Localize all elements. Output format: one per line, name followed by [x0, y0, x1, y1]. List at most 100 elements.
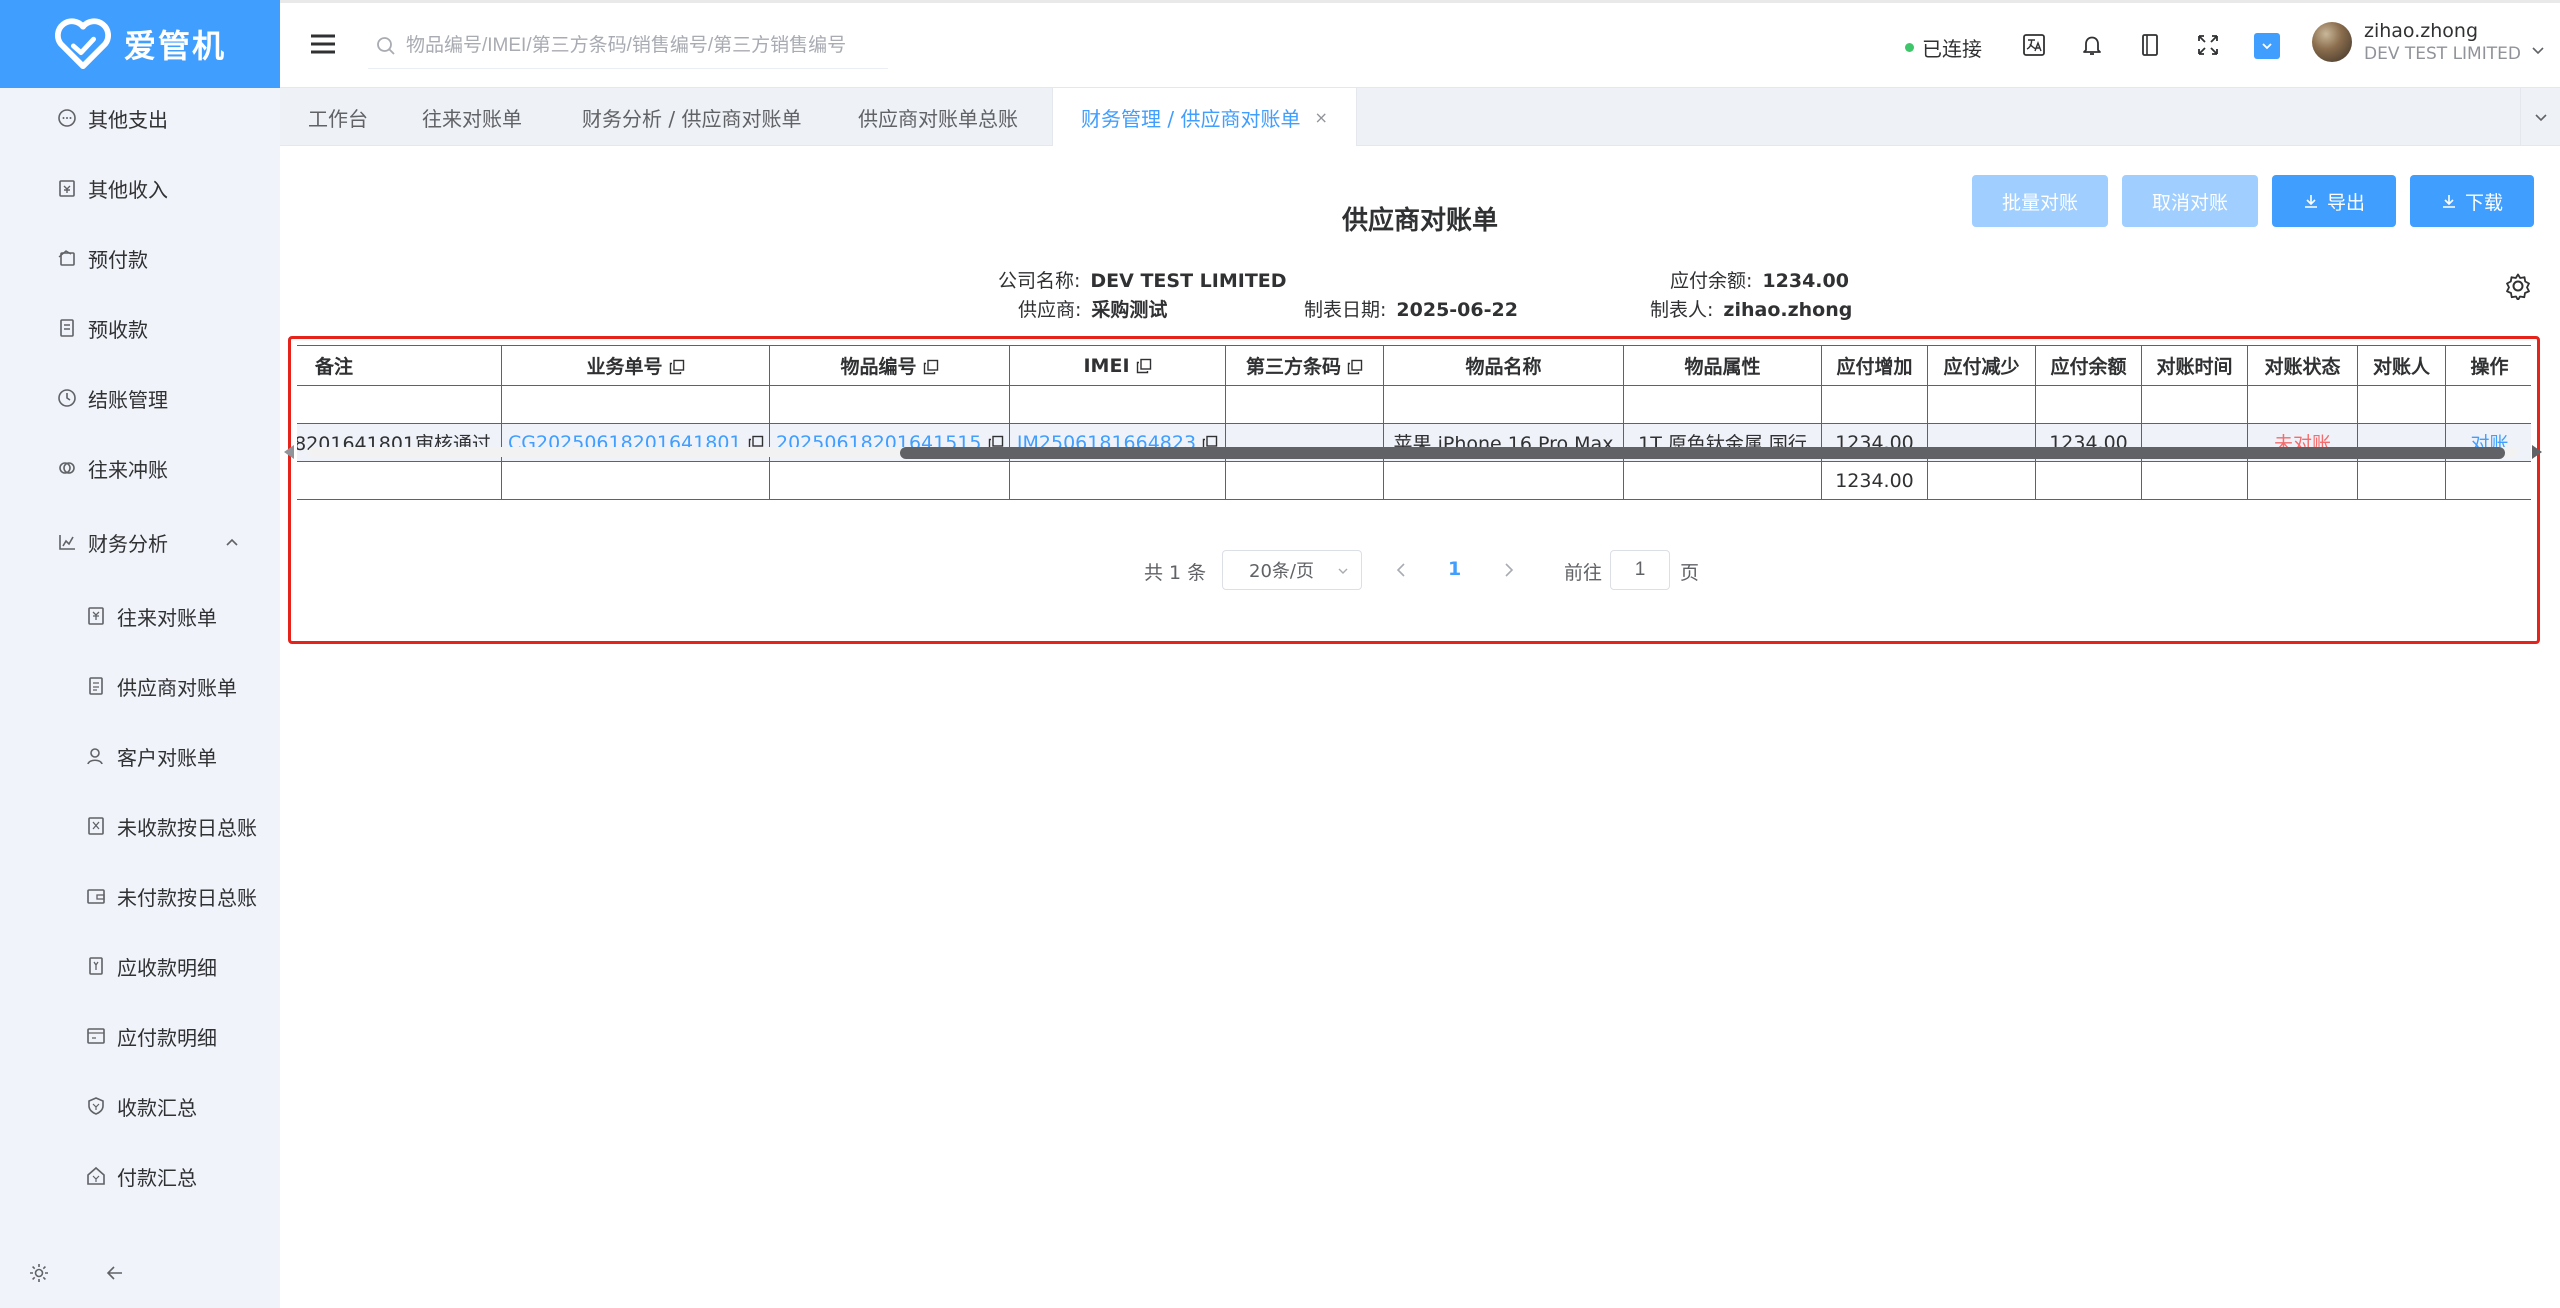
company-label: 公司名称:: [998, 270, 1081, 292]
scroll-left-arrow-icon[interactable]: [284, 445, 294, 459]
sidebar-item-other-expense[interactable]: 其他支出: [0, 88, 280, 148]
table-cell: [297, 385, 502, 424]
tab-close-icon[interactable]: ×: [1314, 108, 1327, 127]
sidebar-item-label: 往来对账单: [117, 605, 217, 630]
sidebar-subitem-receipt-summary[interactable]: 收款汇总: [0, 1076, 280, 1136]
table-cell: [501, 461, 770, 500]
logo-text: 爱管机: [123, 27, 226, 65]
user-company: DEV TEST LIMITED: [2364, 44, 2521, 64]
copy-icon[interactable]: [669, 359, 685, 375]
hamburger-menu-icon[interactable]: [310, 33, 336, 55]
fullscreen-button[interactable]: [2194, 31, 2222, 59]
current-page[interactable]: 1: [1448, 558, 1461, 580]
table-viewport: 备注 业务单号 物品编号 IMEI 第三方条码 物品名称 物品属性 应付增加 应…: [297, 345, 2531, 500]
horizontal-scrollbar[interactable]: [280, 443, 2546, 459]
sidebar-item-finance-analysis[interactable]: 财务分析: [0, 512, 280, 572]
copy-icon[interactable]: [1136, 358, 1152, 374]
copy-icon[interactable]: [1347, 359, 1363, 375]
scroll-right-arrow-icon[interactable]: [2532, 445, 2542, 459]
tab-label: 往来对账单: [422, 106, 522, 131]
table-cell: [1009, 461, 1226, 500]
sidebar-item-other-income[interactable]: 其他收入: [0, 158, 280, 218]
col-header-item-name: 物品名称: [1383, 345, 1624, 386]
col-header-imei: IMEI: [1009, 345, 1226, 386]
sidebar-subitem-receivable-detail[interactable]: 应收款明细: [0, 936, 280, 996]
sidebar-item-advance-receipt[interactable]: 预收款: [0, 298, 280, 358]
goto-page-input[interactable]: [1610, 550, 1670, 590]
scroll-thumb[interactable]: [900, 447, 2505, 459]
translate-icon: [2023, 34, 2045, 56]
col-header-increase: 应付增加: [1821, 345, 1928, 386]
col-header-decrease: 应付减少: [1927, 345, 2036, 386]
pagination: 共 1 条 20条/页 1 前往 页: [280, 550, 2560, 590]
col-header-balance: 应付余额: [2035, 345, 2142, 386]
maker-value: zihao.zhong: [1723, 299, 1853, 321]
income-icon: [56, 177, 78, 199]
sidebar-subitem-unpaid-daily[interactable]: 未付款按日总账: [0, 866, 280, 926]
prev-page-icon[interactable]: [1394, 562, 1408, 578]
fullscreen-icon: [2198, 35, 2218, 55]
payable-balance-meta: 应付余额: 1234.00: [1670, 266, 1849, 293]
tab-supplier-ledger[interactable]: 供应商对账单总账: [858, 88, 1018, 146]
tab-finance-supplier-statement[interactable]: 财务分析 / 供应商对账单: [582, 88, 801, 146]
col-header-item-attr: 物品属性: [1623, 345, 1822, 386]
link-icon: [56, 457, 78, 479]
search-input[interactable]: [406, 34, 866, 57]
sidebar-subitem-supplier-statement[interactable]: 供应商对账单: [0, 656, 280, 716]
header-label: 第三方条码: [1245, 356, 1341, 378]
user-info: zihao.zhong DEV TEST LIMITED: [2364, 19, 2521, 65]
table-cell: [501, 385, 770, 424]
arrow-left-icon[interactable]: [104, 1262, 126, 1284]
chevron-up-icon: [226, 538, 238, 546]
tabs-more-button[interactable]: [2520, 88, 2560, 146]
sidebar-subitem-account-statement[interactable]: 往来对账单: [0, 586, 280, 646]
sidebar-subitem-payable-detail[interactable]: 应付款明细: [0, 1006, 280, 1066]
status-dot: [1905, 43, 1914, 52]
supplier-value: 采购测试: [1091, 299, 1168, 321]
table-cell: [2247, 385, 2358, 424]
tab-dashboard[interactable]: 工作台: [308, 88, 368, 146]
date-meta: 制表日期: 2025-06-22: [1304, 295, 1518, 322]
table-cell: [2141, 385, 2248, 424]
tab-finance-mgmt-supplier-statement[interactable]: 财务管理 / 供应商对账单 ×: [1052, 88, 1357, 146]
table-cell: [769, 461, 1010, 500]
logo[interactable]: 爱管机: [0, 0, 280, 88]
table-cell: [1821, 385, 1928, 424]
col-header-action: 操作: [2445, 345, 2531, 386]
notebook-button[interactable]: [2136, 31, 2164, 59]
header-label: IMEI: [1083, 354, 1130, 377]
sidebar-item-label: 其他支出: [88, 107, 168, 132]
notification-button[interactable]: [2078, 31, 2106, 59]
sidebar-item-label: 供应商对账单: [117, 675, 237, 700]
chevron-down-icon: [2534, 114, 2547, 122]
payable-balance-label: 应付余额:: [1670, 270, 1753, 292]
sidebar-item-settlement[interactable]: 结账管理: [0, 368, 280, 428]
supplier-meta: 供应商: 采购测试: [1018, 295, 1167, 322]
sidebar-item-offset[interactable]: 往来冲账: [0, 438, 280, 498]
translate-button[interactable]: [2020, 31, 2048, 59]
sidebar-item-label: 预收款: [88, 317, 148, 342]
sidebar-subitem-payment-summary[interactable]: 付款汇总: [0, 1146, 280, 1206]
col-header-order-no: 业务单号: [501, 345, 770, 386]
next-page-icon[interactable]: [1502, 562, 1516, 578]
sidebar: 爱管机 其他支出 其他收入 预付款 预收款 结账管理 往来冲账 财务分析 往来对…: [0, 0, 280, 1308]
gear-icon[interactable]: [28, 1262, 50, 1284]
user-menu[interactable]: zihao.zhong DEV TEST LIMITED: [2312, 19, 2545, 65]
copy-icon[interactable]: [923, 359, 939, 375]
dropdown-toggle-button[interactable]: [2254, 33, 2280, 59]
table-cell: [2357, 461, 2446, 500]
page-size-select[interactable]: 20条/页: [1222, 550, 1362, 590]
prepay-icon: [56, 247, 78, 269]
sidebar-subitem-customer-statement[interactable]: 客户对账单: [0, 726, 280, 786]
tab-account-statement[interactable]: 往来对账单: [422, 88, 522, 146]
sidebar-item-prepayment[interactable]: 预付款: [0, 228, 280, 288]
gear-icon[interactable]: [2504, 272, 2532, 300]
col-header-remark: 备注: [297, 345, 502, 386]
page-title: 供应商对账单: [1341, 206, 1498, 236]
main-content: 批量对账 取消对账 导出 下载 供应商对账单 公司名称: DEV TEST LIM…: [280, 146, 2560, 1308]
sidebar-subitem-unreceived-daily[interactable]: 未收款按日总账: [0, 796, 280, 856]
pagination-total: 共 1 条: [1144, 562, 1207, 584]
sidebar-item-label: 未收款按日总账: [117, 815, 257, 840]
shield-icon: [85, 1095, 107, 1117]
tab-label: 工作台: [308, 106, 368, 131]
